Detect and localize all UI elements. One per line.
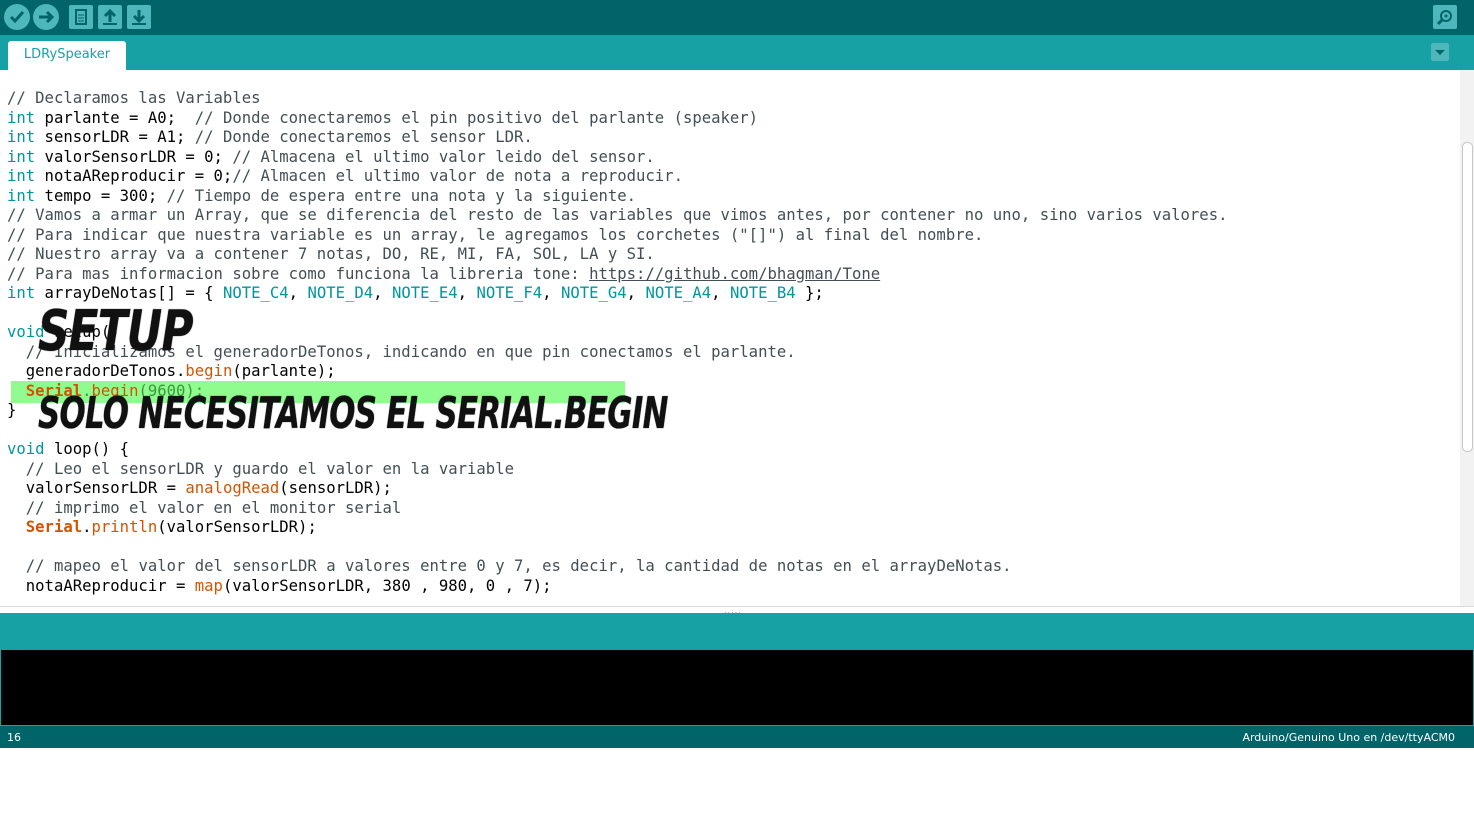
- code-line[interactable]: // Vamos a armar un Array, que se difere…: [7, 206, 1227, 226]
- code-line[interactable]: ​: [7, 538, 1227, 558]
- verify-button[interactable]: [4, 4, 30, 30]
- code-line[interactable]: // Nuestro array va a contener 7 notas, …: [7, 245, 1227, 265]
- editor-scrollbar[interactable]: [1460, 70, 1474, 606]
- code-line[interactable]: int tempo = 300; // Tiempo de espera ent…: [7, 187, 1227, 207]
- code-line[interactable]: valorSensorLDR = analogRead(sensorLDR);: [7, 479, 1227, 499]
- code-line[interactable]: // imprimo el valor en el monitor serial: [7, 499, 1227, 519]
- scrollbar-thumb[interactable]: [1462, 142, 1473, 452]
- code-line[interactable]: int valorSensorLDR = 0; // Almacena el u…: [7, 148, 1227, 168]
- code-line[interactable]: // Leo el sensorLDR y guardo el valor en…: [7, 460, 1227, 480]
- code-line[interactable]: // mapeo el valor del sensorLDR a valore…: [7, 557, 1227, 577]
- save-button[interactable]: [127, 5, 151, 29]
- code-line[interactable]: // Declaramos las Variables: [7, 89, 1227, 109]
- tab-menu-button[interactable]: [1431, 43, 1449, 61]
- toolbar: [0, 0, 1474, 35]
- arrow-right-icon: [39, 10, 55, 24]
- code-line[interactable]: void loop() {: [7, 440, 1227, 460]
- code-line[interactable]: // Para mas informacion sobre como funci…: [7, 265, 1227, 285]
- code-line[interactable]: generadorDeTonos.begin(parlante);: [7, 362, 1227, 382]
- upload-button[interactable]: [33, 4, 59, 30]
- board-info: Arduino/Genuino Uno en /dev/ttyACM0: [1242, 731, 1455, 744]
- code-line[interactable]: int notaAReproducir = 0;// Almacen el ul…: [7, 167, 1227, 187]
- status-footer: 16 Arduino/Genuino Uno en /dev/ttyACM0: [0, 726, 1474, 748]
- new-file-icon: [75, 9, 87, 25]
- code-line[interactable]: int sensorLDR = A1; // Donde conectaremo…: [7, 128, 1227, 148]
- tab-ldryspeaker[interactable]: LDRySpeaker: [8, 41, 126, 70]
- annotation-title: SETUP: [38, 299, 193, 364]
- magnifier-icon: [1436, 10, 1452, 26]
- code-line[interactable]: Serial.println(valorSensorLDR);: [7, 518, 1227, 538]
- serial-monitor-button[interactable]: [1433, 5, 1457, 29]
- code-line[interactable]: // Para indicar que nuestra variable es …: [7, 226, 1227, 246]
- open-button[interactable]: [98, 5, 122, 29]
- line-number: 16: [7, 731, 21, 744]
- console-output[interactable]: [0, 649, 1474, 726]
- check-icon: [9, 11, 25, 24]
- triangle-down-icon: [1435, 50, 1445, 55]
- tab-label: LDRySpeaker: [23, 47, 111, 62]
- code-editor[interactable]: // Declaramos las Variables int parlante …: [0, 70, 1460, 606]
- open-arrow-up-icon: [103, 8, 117, 25]
- code-line[interactable]: int parlante = A0; // Donde conectaremos…: [7, 109, 1227, 129]
- tab-bar: LDRySpeaker: [0, 35, 1474, 70]
- save-arrow-down-icon: [132, 10, 146, 25]
- annotation-note: SOLO NECESITAMOS EL SERIAL.BEGIN: [38, 388, 668, 439]
- status-message-bar: [0, 613, 1474, 649]
- new-button[interactable]: [69, 5, 93, 29]
- code-line[interactable]: notaAReproducir = map(valorSensorLDR, 38…: [7, 577, 1227, 597]
